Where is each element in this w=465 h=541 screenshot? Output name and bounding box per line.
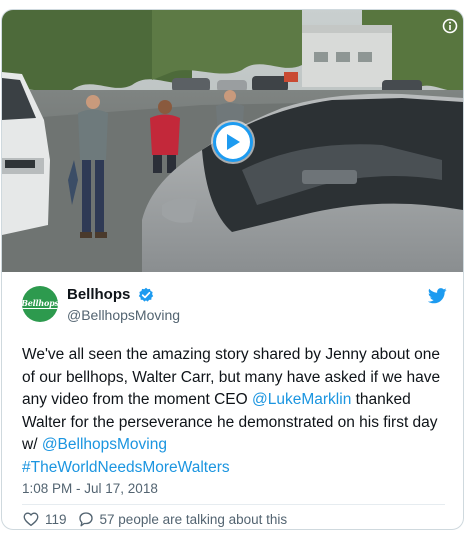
hashtag-link[interactable]: #TheWorldNeedsMoreWalters <box>22 459 230 476</box>
author-handle[interactable]: @BellhopsMoving <box>67 306 180 324</box>
tweet-header: Bellhops Bellhops @BellhopsMoving <box>22 286 447 326</box>
avatar[interactable]: Bellhops <box>22 286 58 322</box>
mention-link-bellhopsmoving[interactable]: @BellhopsMoving <box>42 436 167 453</box>
tweet-timestamp[interactable]: 1:08 PM - Jul 17, 2018 <box>22 480 158 498</box>
author-names: Bellhops @BellhopsMoving <box>67 286 180 324</box>
like-count: 119 <box>45 511 67 527</box>
like-button[interactable]: 119 <box>22 510 77 528</box>
speech-bubble-icon <box>78 512 93 527</box>
tweet-text: We've all seen the amazing story shared … <box>22 344 450 479</box>
divider <box>22 504 445 505</box>
avatar-logo-text: Bellhops <box>22 298 58 309</box>
verified-badge-icon <box>138 287 153 302</box>
play-button[interactable] <box>213 122 253 162</box>
play-icon <box>227 134 240 150</box>
author-display-name[interactable]: Bellhops <box>67 286 130 304</box>
reply-conversation-button[interactable]: 57 people are talking about this <box>77 510 288 528</box>
mention-link-lukemarklin[interactable]: @LukeMarklin <box>252 391 351 408</box>
tweet-actions: 119 57 people are talking about this <box>22 508 288 529</box>
twitter-bird-icon[interactable] <box>428 288 447 304</box>
reply-count-text: 57 people are talking about this <box>99 511 288 527</box>
info-icon[interactable] <box>442 18 458 34</box>
video-thumbnail[interactable] <box>2 10 463 272</box>
embedded-tweet-card: Bellhops Bellhops @BellhopsMoving We've … <box>1 9 464 530</box>
heart-icon <box>23 512 39 527</box>
